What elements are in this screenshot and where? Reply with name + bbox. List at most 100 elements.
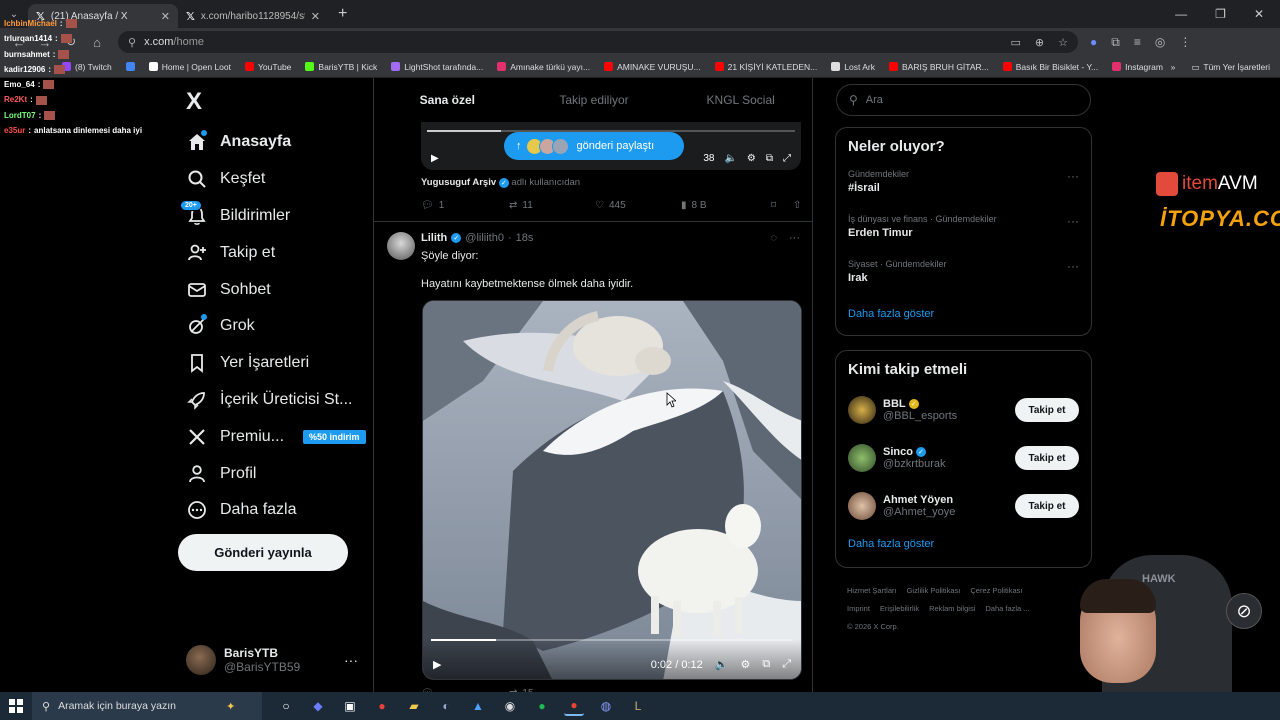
follow-suggestion[interactable]: BBL ✓ @BBL_esports Takip et — [836, 386, 1091, 434]
new-tab-button[interactable]: + — [328, 5, 357, 23]
sidebar-item-search[interactable]: Keşfet — [186, 161, 366, 198]
media-control-icon[interactable]: ≡ — [1134, 35, 1141, 50]
tab-following[interactable]: Takip ediliyor — [521, 78, 668, 122]
tweet-video[interactable]: ▶ 0:02 / 0:12 🔈 ⚙ ⧉ ⤢ — [422, 300, 802, 680]
author-handle[interactable]: @liliith0 — [465, 232, 504, 244]
reply-button[interactable]: 💬︎ 1 — [421, 200, 509, 211]
browser-tab-status[interactable]: 𝕏 x.com/haribo1128954/status/2 ✕ — [178, 4, 328, 28]
bookmarks-overflow-icon[interactable]: » — [1171, 62, 1176, 72]
sidebar-item-profile[interactable]: Profil — [186, 455, 366, 492]
share-button[interactable]: ⇧ — [793, 200, 801, 211]
more-icon[interactable]: ··· — [789, 232, 800, 244]
close-window-icon[interactable]: ✕ — [1254, 7, 1264, 21]
footer-link[interactable]: Erişilebilirlik — [880, 604, 919, 613]
grok-floating-icon[interactable]: ⊘ — [1226, 593, 1262, 629]
bookmark-item[interactable]: Home | Open Loot — [148, 62, 231, 72]
task-view-icon[interactable]: ○ — [276, 696, 296, 716]
search-input[interactable] — [865, 94, 1066, 106]
more-icon[interactable]: ··· — [344, 652, 358, 668]
avatar[interactable] — [848, 492, 876, 520]
more-icon[interactable]: ··· — [1067, 214, 1079, 228]
footer-link[interactable]: Çerez Politikası — [970, 586, 1022, 595]
store-icon[interactable]: ▣ — [340, 696, 360, 716]
bookmark-item[interactable]: Lost Ark — [831, 62, 875, 72]
trend-item[interactable]: Gündemdekiler #İsrail ··· — [836, 163, 1091, 208]
tab-kngl-social[interactable]: KNGL Social — [667, 78, 812, 122]
profile-avatar-icon[interactable]: ◎ — [1155, 35, 1165, 50]
file-explorer-icon[interactable]: ▰ — [404, 696, 424, 716]
x-logo[interactable]: X — [186, 88, 202, 116]
volume-icon[interactable]: 🔈 — [715, 658, 729, 671]
vpn-app-icon[interactable]: ◆ — [308, 696, 328, 716]
more-icon[interactable]: ··· — [1067, 259, 1079, 273]
tab-for-you[interactable]: Sana özel — [374, 78, 521, 122]
footer-link[interactable]: Daha fazla ... — [985, 604, 1029, 613]
post-button[interactable]: Gönderi yayınla — [178, 534, 348, 571]
bookmark-item[interactable]: AMINAKE VURUŞU... — [604, 62, 701, 72]
play-icon[interactable]: ▶ — [433, 658, 441, 671]
pip-icon[interactable]: ⧉ — [766, 153, 773, 164]
close-tab-icon[interactable]: ✕ — [161, 10, 170, 23]
follow-button[interactable]: Takip et — [1015, 494, 1079, 518]
follow-suggestion[interactable]: Ahmet Yöyen @Ahmet_yoye Takip et — [836, 482, 1091, 530]
league-icon[interactable]: L — [628, 696, 648, 716]
sidebar-item-more-circle[interactable]: Daha fazla — [186, 492, 366, 529]
bookmark-item[interactable]: BarisYTB | Kick — [305, 62, 377, 72]
bookmark-item[interactable]: Basık Bir Bisiklet - Y... — [1002, 62, 1098, 72]
avatar[interactable] — [387, 232, 415, 260]
repost-button[interactable]: ⇄ 11 — [509, 200, 595, 211]
fullscreen-icon[interactable]: ⤢ — [783, 153, 791, 164]
like-button[interactable]: ♡ 445 — [595, 200, 681, 211]
author-name[interactable]: Lilith — [421, 232, 447, 244]
fullscreen-icon[interactable]: ⤢ — [782, 658, 791, 671]
trend-item[interactable]: Siyaset · Gündemdekiler Irak ··· — [836, 253, 1091, 298]
sidebar-item-bookmark[interactable]: Yer İşaretleri — [186, 345, 366, 382]
follow-suggestion[interactable]: Sinco ✓ @bzkrtburak Takip et — [836, 434, 1091, 482]
steam-icon[interactable]: ◐ — [436, 696, 456, 716]
grok-icon[interactable]: ◌ — [770, 232, 777, 244]
taskbar-search[interactable]: ⚲ ✦ — [32, 692, 262, 720]
sidebar-item-bell[interactable]: 20+ Bildirimler — [180, 198, 366, 235]
extension-icon[interactable]: ● — [1090, 35, 1097, 50]
new-posts-pill[interactable]: ↑ gönderi paylaştı — [504, 132, 684, 160]
restore-icon[interactable]: ❐ — [1215, 7, 1226, 21]
settings-icon[interactable]: ⚙ — [747, 153, 756, 164]
address-bar[interactable]: ⚲ x.com/home ▭ ⊕ ☆ — [118, 31, 1078, 53]
sidebar-item-mail[interactable]: Sohbet — [186, 271, 366, 308]
footer-link[interactable]: Hizmet Şartları — [847, 586, 897, 595]
chrome-active-icon[interactable]: ● — [564, 696, 584, 716]
close-tab-icon[interactable]: ✕ — [311, 10, 320, 23]
bookmark-item[interactable]: BARIŞ BRUH GİTAR... — [889, 62, 989, 72]
bookmark-item[interactable]: YouTube — [245, 62, 291, 72]
pip-icon[interactable]: ⧉ — [762, 658, 770, 671]
taskbar-search-input[interactable] — [58, 700, 219, 712]
trend-item[interactable]: İş dünyası ve finans · Gündemdekiler Erde… — [836, 208, 1091, 253]
spotify-icon[interactable]: ● — [532, 696, 552, 716]
app-icon[interactable]: ▲ — [468, 696, 488, 716]
follow-button[interactable]: Takip et — [1015, 398, 1079, 422]
follow-button[interactable]: Takip et — [1015, 446, 1079, 470]
more-icon[interactable]: ··· — [1067, 169, 1079, 183]
discount-badge[interactable]: %50 indirim — [303, 429, 366, 444]
play-icon[interactable]: ▶ — [431, 153, 439, 164]
video-progress-bar[interactable] — [431, 639, 793, 641]
repost-user[interactable]: Yugusuguf Arşiv — [421, 177, 496, 188]
bookmark-star-icon[interactable]: ☆ — [1058, 36, 1068, 49]
avatar[interactable] — [848, 444, 876, 472]
discord-icon[interactable]: ◍ — [596, 696, 616, 716]
footer-link[interactable]: Gizlilik Politikası — [907, 586, 961, 595]
views-button[interactable]: ▮ 8 B — [681, 200, 771, 211]
all-bookmarks-folder[interactable]: ▭ Tüm Yer İşaretleri — [1191, 62, 1270, 73]
chrome-icon[interactable]: ● — [372, 696, 392, 716]
sidebar-item-x[interactable]: Premiu... %50 indirim — [186, 418, 366, 455]
volume-icon[interactable]: 🔈 — [724, 153, 736, 164]
show-more-link[interactable]: Daha fazla göster — [836, 298, 1091, 332]
sidebar-item-person-add[interactable]: Takip et — [186, 234, 366, 271]
search-box[interactable]: ⚲ — [836, 84, 1091, 116]
bookmark-button[interactable]: ⌑ — [771, 200, 793, 211]
windows-start-icon[interactable] — [0, 699, 32, 713]
avatar[interactable] — [848, 396, 876, 424]
footer-link[interactable]: Reklam bilgisi — [929, 604, 975, 613]
bookmark-item[interactable]: 21 KİŞİYİ KATLEDEN... — [714, 62, 817, 72]
sidebar-item-home[interactable]: Anasayfa — [186, 124, 366, 161]
